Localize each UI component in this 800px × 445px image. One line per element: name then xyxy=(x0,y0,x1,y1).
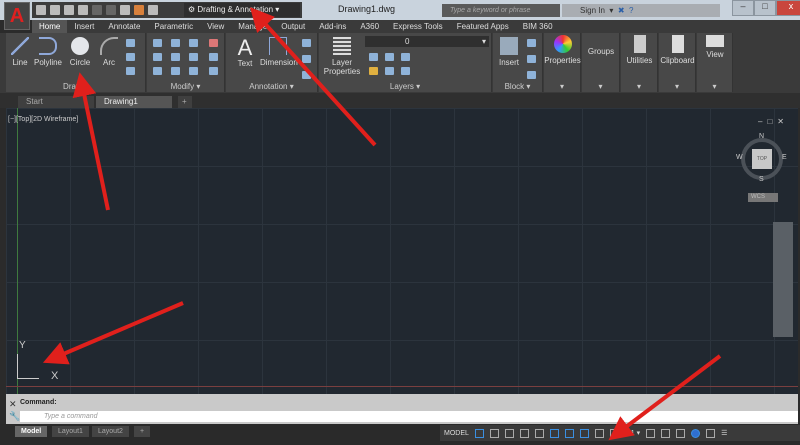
red-arrow xyxy=(249,7,377,147)
red-arrow xyxy=(608,354,722,441)
red-arrow xyxy=(72,72,110,211)
annotation-arrows xyxy=(42,7,722,441)
red-arrow xyxy=(42,301,184,365)
